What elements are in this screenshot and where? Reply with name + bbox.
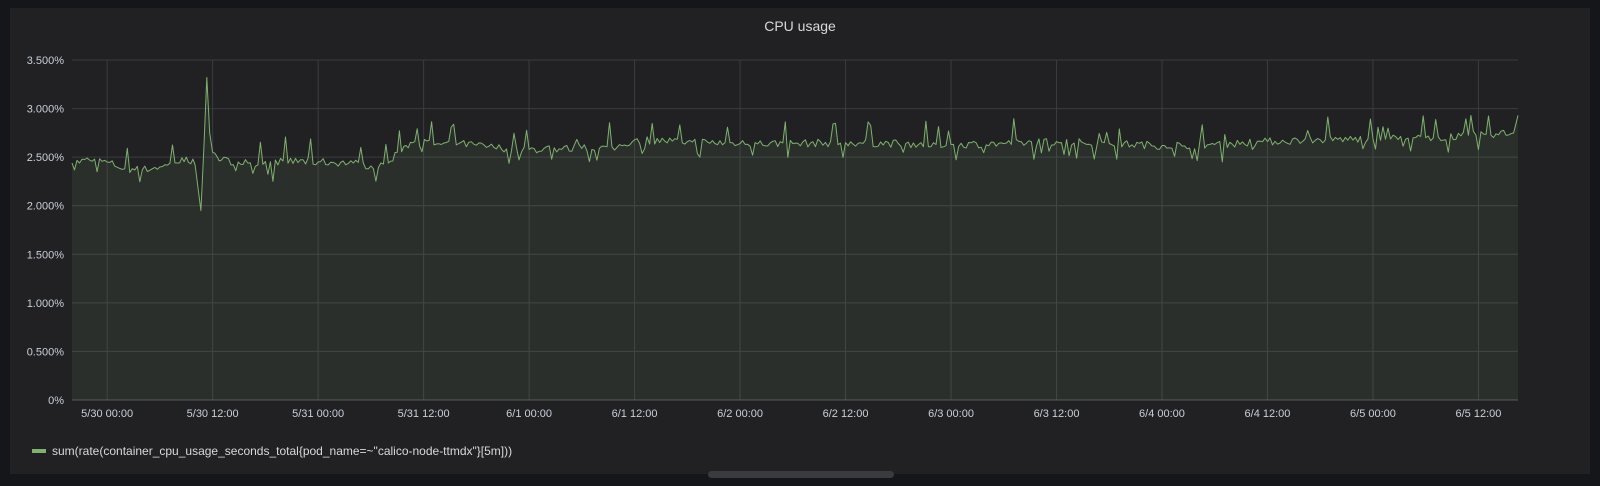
x-tick-label: 5/30 12:00 bbox=[187, 408, 239, 420]
graph-panel: CPU usage 0% 0.500% 1.000% 1.500% 2.000% 2.50… bbox=[10, 8, 1590, 474]
x-tick-label: 6/1 12:00 bbox=[612, 408, 658, 420]
x-tick-label: 5/30 00:00 bbox=[81, 408, 133, 420]
legend-color-swatch bbox=[32, 449, 46, 453]
y-tick-label: 3.500% bbox=[27, 55, 65, 67]
cpu-usage-chart: 0% 0.500% 1.000% 1.500% 2.000% 2.500% 3.000% 3.… bbox=[27, 55, 1519, 420]
y-tick-label: 2.500% bbox=[27, 152, 65, 164]
series-area-fill bbox=[72, 77, 1518, 400]
y-tick-label: 0.500% bbox=[27, 346, 65, 358]
x-tick-label: 6/4 12:00 bbox=[1245, 408, 1291, 420]
legend-series-label[interactable]: sum(rate(container_cpu_usage_seconds_tot… bbox=[52, 444, 512, 458]
legend[interactable]: sum(rate(container_cpu_usage_seconds_tot… bbox=[32, 444, 512, 458]
x-tick-label: 5/31 12:00 bbox=[398, 408, 450, 420]
y-tick-label: 2.000% bbox=[27, 201, 65, 213]
y-tick-label: 0% bbox=[48, 395, 64, 407]
x-tick-label: 6/3 12:00 bbox=[1034, 408, 1080, 420]
y-tick-label: 1.500% bbox=[27, 249, 65, 261]
y-axis-ticks: 0% 0.500% 1.000% 1.500% 2.000% 2.500% 3.000% 3.… bbox=[27, 55, 65, 407]
x-tick-label: 6/2 00:00 bbox=[717, 408, 763, 420]
x-tick-label: 6/1 00:00 bbox=[506, 408, 552, 420]
x-tick-label: 5/31 00:00 bbox=[292, 408, 344, 420]
y-tick-label: 3.000% bbox=[27, 104, 65, 116]
x-tick-label: 6/4 00:00 bbox=[1139, 408, 1185, 420]
y-tick-label: 1.000% bbox=[27, 298, 65, 310]
x-axis-ticks: 5/30 00:00 5/30 12:00 5/31 00:00 5/31 12:00… bbox=[81, 408, 1501, 420]
x-tick-label: 6/5 00:00 bbox=[1350, 408, 1396, 420]
panel-resize-handle[interactable] bbox=[708, 471, 894, 478]
x-tick-label: 6/5 12:00 bbox=[1456, 408, 1502, 420]
x-tick-label: 6/3 00:00 bbox=[928, 408, 974, 420]
x-tick-label: 6/2 12:00 bbox=[823, 408, 869, 420]
area-layer bbox=[72, 77, 1518, 400]
